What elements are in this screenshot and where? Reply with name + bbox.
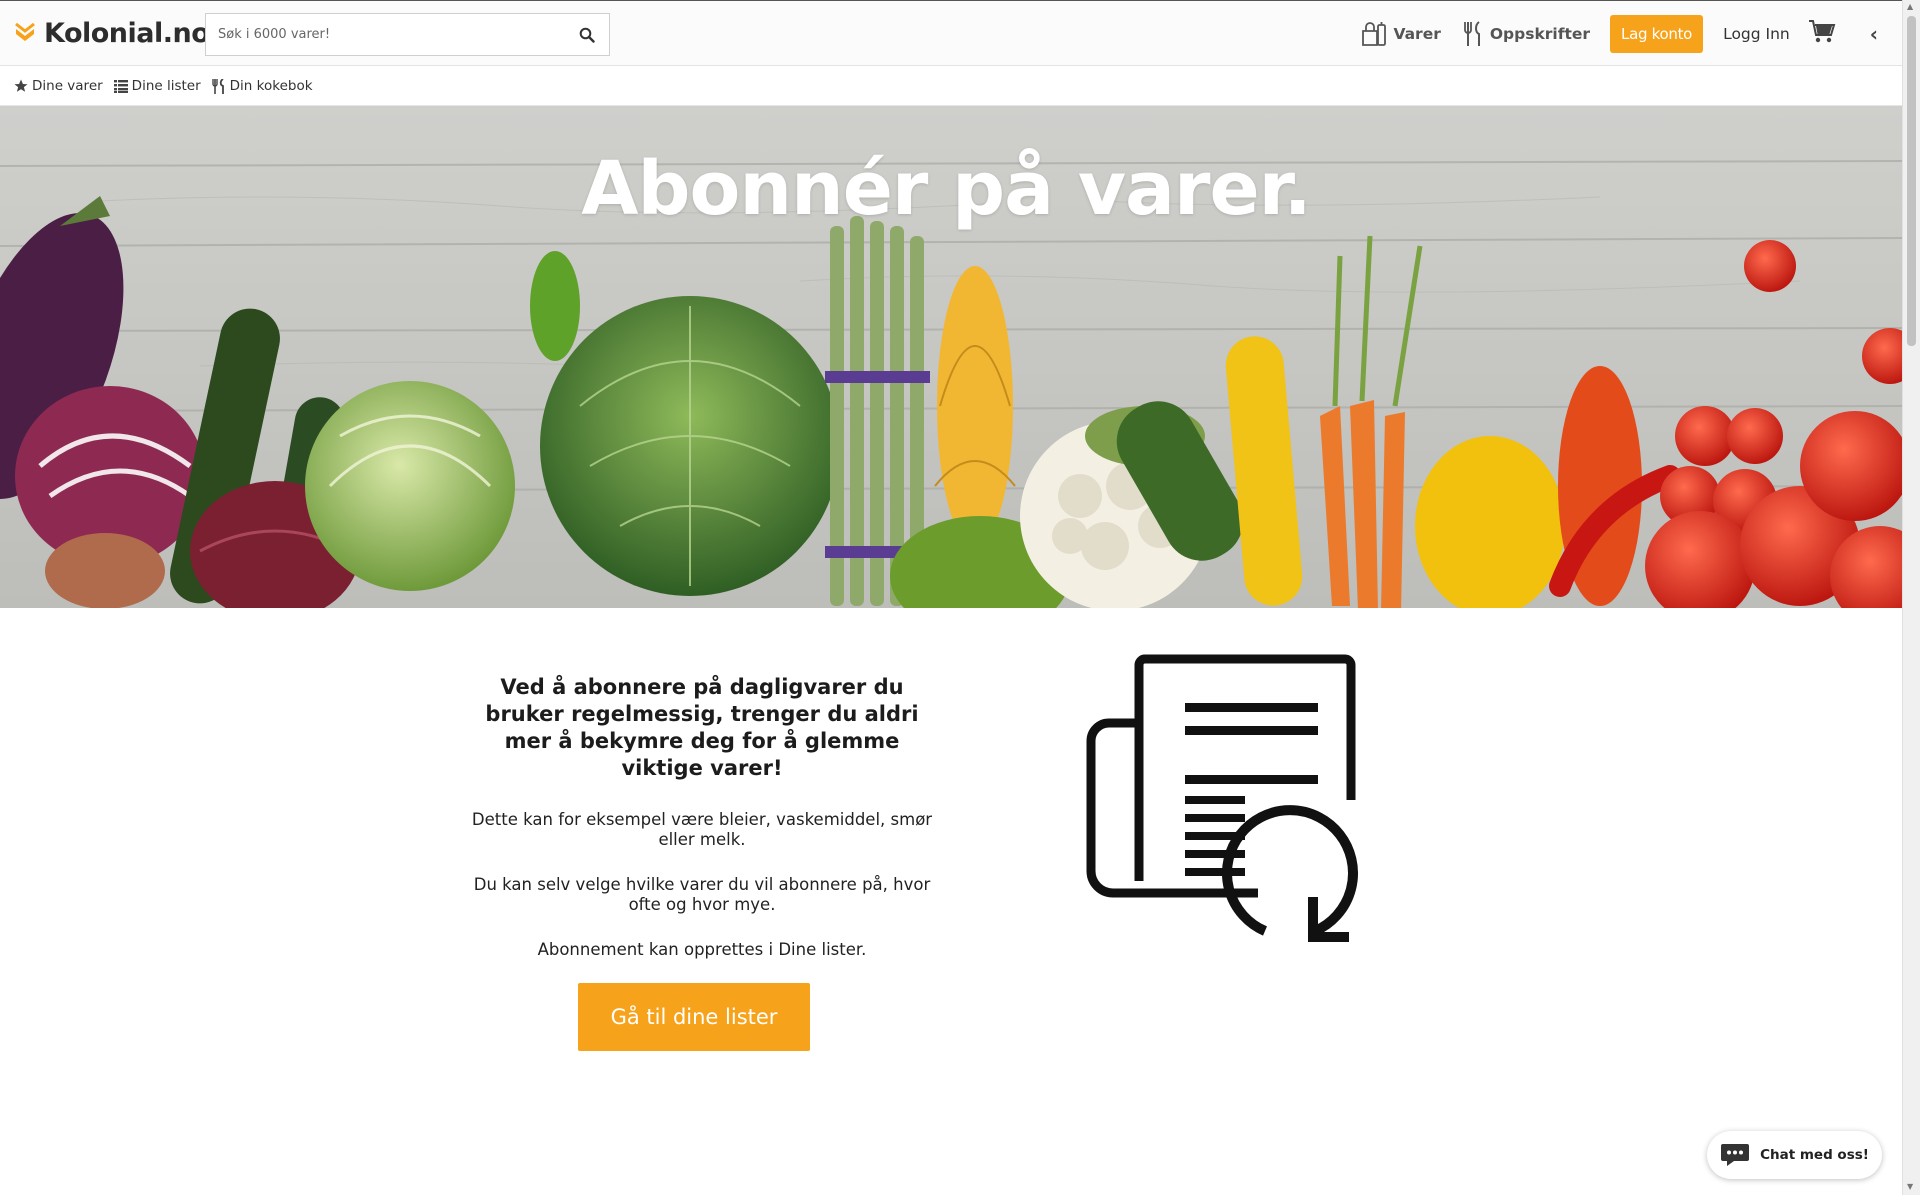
star-icon bbox=[14, 79, 28, 92]
logo-text: Kolonial.no bbox=[44, 18, 210, 49]
search-input[interactable] bbox=[206, 14, 565, 55]
scroll-up-arrow-icon[interactable]: ▲ bbox=[1907, 2, 1913, 11]
nav-oppskrifter[interactable]: Oppskrifter bbox=[1461, 20, 1590, 48]
nav-varer[interactable]: Varer bbox=[1360, 21, 1441, 47]
nav-varer-label: Varer bbox=[1393, 25, 1441, 43]
subnav-label: Dine varer bbox=[32, 78, 103, 94]
subscription-document-icon bbox=[1086, 654, 1358, 942]
info-paragraph: Du kan selv velge hvilke varer du vil ab… bbox=[473, 875, 931, 914]
subnav-dine-varer[interactable]: Dine varer bbox=[14, 78, 103, 94]
go-to-lists-button[interactable]: Gå til dine lister bbox=[578, 983, 810, 1051]
logo[interactable]: Kolonial.no bbox=[14, 18, 210, 49]
subnav-din-kokebok[interactable]: Din kokebok bbox=[211, 78, 313, 94]
header-nav: Varer Oppskrifter Lag konto Logg Inn ‹ bbox=[1340, 15, 1878, 53]
sub-navbar: Dine varer Dine lister Din kokebok bbox=[0, 67, 1902, 106]
page-scrollbar[interactable]: ▲ ▼ bbox=[1902, 0, 1920, 1195]
lead-text: Ved å abonnere på dagligvarer du bruker … bbox=[485, 675, 919, 780]
chat-label: Chat med oss! bbox=[1760, 1147, 1869, 1163]
info-paragraph: Dette kan for eksempel være bleier, vask… bbox=[471, 810, 933, 849]
list-icon bbox=[113, 80, 128, 93]
create-account-button[interactable]: Lag konto bbox=[1610, 15, 1704, 53]
subnav-label: Din kokebok bbox=[229, 78, 313, 94]
hero-title: Abonnér på varer. bbox=[581, 146, 1311, 232]
info-paragraph: Abonnement kan opprettes i Dine lister. bbox=[537, 940, 867, 959]
scroll-down-arrow-icon[interactable]: ▼ bbox=[1907, 1182, 1913, 1191]
chat-button[interactable]: Chat med oss! bbox=[1707, 1131, 1882, 1179]
search-button[interactable] bbox=[565, 14, 609, 55]
subnav-label: Dine lister bbox=[131, 78, 201, 94]
login-link[interactable]: Logg Inn bbox=[1723, 25, 1790, 43]
top-navbar: Kolonial.no Varer Opp bbox=[0, 0, 1902, 66]
subscription-info: Ved å abonnere på dagligvarer du bruker … bbox=[468, 674, 936, 960]
chat-bubble-icon bbox=[1721, 1144, 1750, 1166]
cart-icon bbox=[1808, 20, 1836, 43]
search-icon bbox=[579, 27, 595, 43]
subnav-dine-lister[interactable]: Dine lister bbox=[113, 78, 201, 94]
nav-oppskrifter-label: Oppskrifter bbox=[1489, 25, 1591, 43]
search-box bbox=[205, 13, 610, 56]
cutlery-icon bbox=[211, 78, 224, 94]
cart-button[interactable] bbox=[1808, 19, 1836, 49]
hero-banner: Abonnér på varer. bbox=[0, 106, 1902, 608]
cutlery-icon bbox=[1463, 21, 1480, 46]
logo-check-icon bbox=[15, 22, 35, 41]
grocery-bag-icon bbox=[1362, 22, 1387, 46]
chevron-left-icon[interactable]: ‹ bbox=[1870, 22, 1878, 46]
scroll-thumb[interactable] bbox=[1907, 16, 1916, 346]
